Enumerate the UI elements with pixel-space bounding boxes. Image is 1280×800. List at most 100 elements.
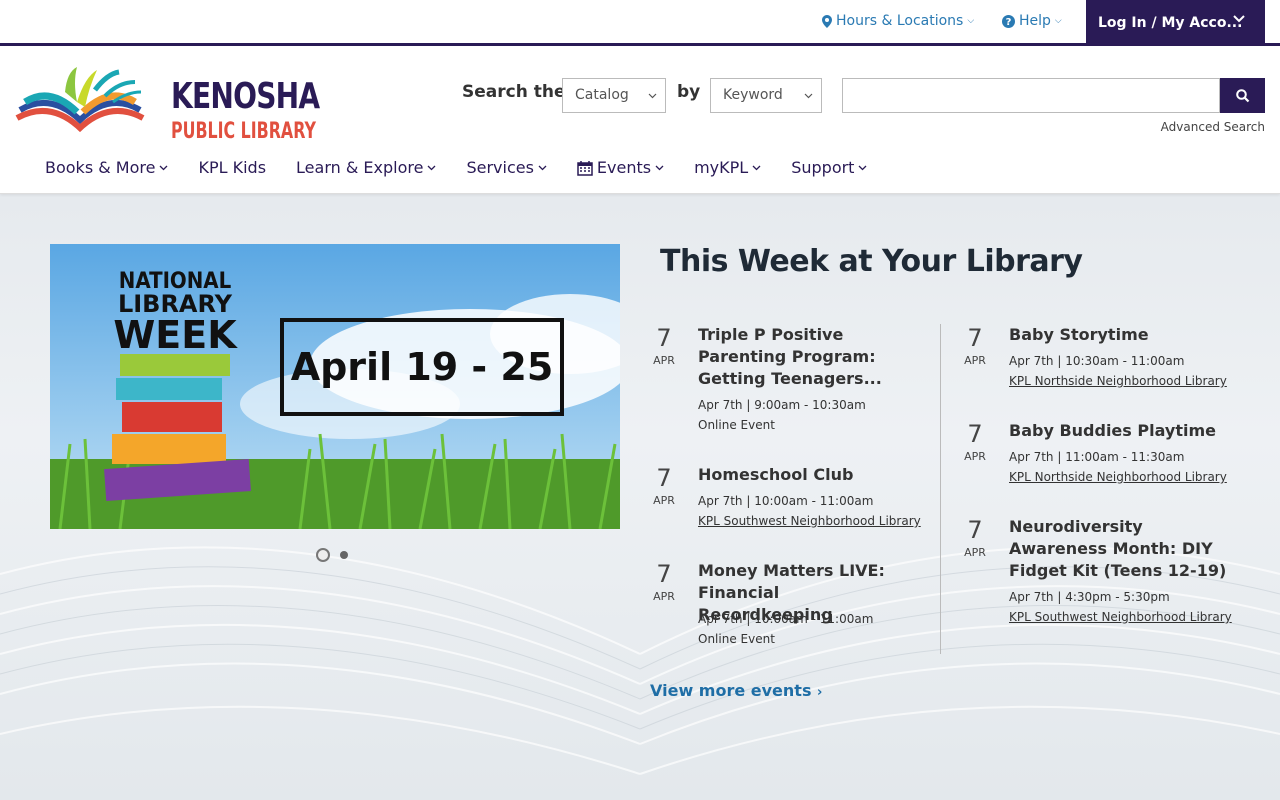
chevron-down-icon [804,93,813,99]
view-more-events-link[interactable]: View more events › [650,681,822,700]
search-button[interactable] [1220,78,1265,113]
hours-locations-label: Hours & Locations [836,13,964,29]
nav-label: Support [791,158,855,177]
chevron-down-icon: ⌵ [1054,16,1062,26]
chevron-down-icon [648,93,657,99]
login-label: Log In / My Acco... [1098,15,1243,31]
event-item: 7 APR Triple P Positive Parenting Progra… [650,324,910,444]
nav-support[interactable]: Support [791,158,867,177]
event-title-link[interactable]: Baby Buddies Playtime [1009,420,1224,442]
search-the-label: Search the [462,82,566,102]
event-title-link[interactable]: Homeschool Club [698,464,913,486]
nav-label: Learn & Explore [296,158,424,177]
carousel-dot-1[interactable] [316,548,330,562]
event-time: Apr 7th | 10:00am - 11:00am [698,612,874,626]
event-day: 7 [967,324,983,352]
nav-services[interactable]: Services [466,158,547,177]
event-item: 7 APR Money Matters LIVE: Financial Reco… [650,560,910,650]
help-label: Help [1019,13,1051,29]
event-month: APR [964,354,986,367]
event-item: 7 APR Baby Buddies Playtime Apr 7th | 11… [961,420,1227,490]
hours-locations-link[interactable]: Hours & Locations ⌵ [822,13,974,29]
chevron-right-icon: › [817,685,823,700]
question-circle-icon: ? [1002,14,1015,28]
event-title-link[interactable]: Triple P Positive Parenting Program: Get… [698,324,913,390]
logo-kenosha-text: KENOSHA [171,76,320,117]
event-month: APR [653,494,675,507]
event-month: APR [653,590,675,603]
event-time: Apr 7th | 10:00am - 11:00am [698,494,874,508]
event-time: Apr 7th | 9:00am - 10:30am [698,398,866,412]
event-time: Apr 7th | 4:30pm - 5:30pm [1009,590,1170,604]
event-title-link[interactable]: Neurodiversity Awareness Month: DIY Fidg… [1009,516,1239,582]
event-location: Online Event [698,418,775,432]
logo-public-library-text: PUBLIC LIBRARY [171,119,316,144]
chevron-down-icon [858,165,867,170]
promo-banner[interactable]: NATIONAL LIBRARY WEEK April 19 - 25 [50,244,620,529]
events-section-title: This Week at Your Library [660,244,1083,279]
chevron-down-icon [1233,15,1245,23]
calendar-icon [577,160,593,176]
chevron-down-icon: ⌵ [967,16,975,26]
chevron-down-icon [160,165,168,170]
view-more-label: View more events [650,681,812,700]
map-marker-icon [822,14,832,28]
login-account-button[interactable]: Log In / My Acco... [1086,0,1265,46]
event-location-link[interactable]: KPL Northside Neighborhood Library [1009,470,1227,484]
nav-learn-explore[interactable]: Learn & Explore [296,158,436,177]
nav-label: Books & More [45,158,156,177]
open-book-logo-icon [15,67,145,132]
event-month: APR [653,354,675,367]
event-location: Online Event [698,632,775,646]
banner-line3: WEEK [113,313,238,357]
event-title-link[interactable]: Baby Storytime [1009,324,1224,346]
event-location-link[interactable]: KPL Northside Neighborhood Library [1009,374,1227,388]
svg-text:?: ? [1006,17,1012,28]
nav-label: myKPL [694,158,749,177]
library-logo[interactable]: KENOSHA PUBLIC LIBRARY [15,62,320,144]
site-header: KENOSHA PUBLIC LIBRARY Search the Catalo… [0,46,1280,194]
nav-mykpl[interactable]: myKPL [694,158,761,177]
event-time: Apr 7th | 11:00am - 11:30am [1009,450,1185,464]
nav-events[interactable]: Events [577,158,664,177]
event-day: 7 [656,324,672,352]
event-month: APR [964,450,986,463]
search-type-select[interactable]: Keyword [710,78,822,113]
carousel-dots [316,548,348,562]
event-location-link[interactable]: KPL Southwest Neighborhood Library [1009,610,1232,624]
event-location-link[interactable]: KPL Southwest Neighborhood Library [698,514,921,528]
event-day: 7 [656,560,672,588]
column-divider [940,324,941,654]
carousel-dot-2[interactable] [340,551,348,559]
event-day: 7 [967,420,983,448]
library-week-banner-image: NATIONAL LIBRARY WEEK April 19 - 25 [50,244,620,529]
advanced-search-link[interactable]: Advanced Search [1161,120,1265,134]
nav-label: KPL Kids [198,158,267,177]
search-icon [1235,88,1249,102]
search-scope-select[interactable]: Catalog [562,78,666,113]
event-month: APR [964,546,986,559]
search-input[interactable] [842,78,1220,113]
search-type-value: Keyword [723,87,783,103]
chevron-down-icon [538,165,547,170]
hero-section: NATIONAL LIBRARY WEEK April 19 - 25 This… [0,194,1280,800]
search-scope-value: Catalog [575,87,629,103]
by-label: by [677,82,701,102]
event-item: 7 APR Baby Storytime Apr 7th | 10:30am -… [961,324,1227,394]
event-time: Apr 7th | 10:30am - 11:00am [1009,354,1185,368]
nav-label: Events [596,158,652,177]
nav-kpl-kids[interactable]: KPL Kids [198,158,266,177]
help-link[interactable]: ? Help ⌵ [1002,13,1062,29]
chevron-down-icon [427,165,436,170]
event-day: 7 [967,516,983,544]
nav-books-more[interactable]: Books & More [45,158,168,177]
event-item: 7 APR Homeschool Club Apr 7th | 10:00am … [650,464,921,534]
chevron-down-icon [655,165,664,170]
event-day: 7 [656,464,672,492]
banner-dates: April 19 - 25 [291,345,554,389]
chevron-down-icon [752,165,761,170]
main-nav: Books & More KPL Kids Learn & Explore Se… [45,158,897,177]
utility-bar: Hours & Locations ⌵ ? Help ⌵ Log In / My… [0,0,1280,46]
nav-label: Services [466,158,534,177]
event-item: 7 APR Neurodiversity Awareness Month: DI… [961,516,1232,626]
